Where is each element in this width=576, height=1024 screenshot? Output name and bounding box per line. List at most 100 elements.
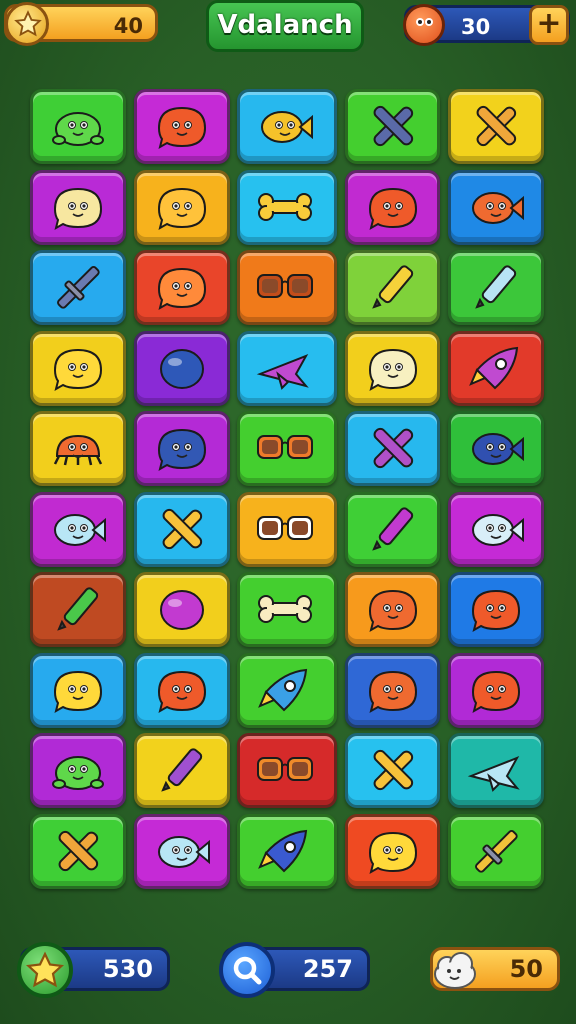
board-tile-glasses[interactable] [237,492,337,567]
fish-icon [261,111,313,143]
board-tile-cross[interactable] [345,733,440,808]
board-tile-cross[interactable] [345,411,440,486]
board-tile-bone[interactable] [237,170,337,245]
board-tile-plane[interactable] [237,331,337,406]
blob-icon [368,831,418,875]
bone-icon [258,193,312,221]
board-tile-blob[interactable] [30,170,126,245]
glasses-icon [257,757,313,781]
cross-icon [373,105,414,147]
coins-counter[interactable]: 40 [4,2,158,46]
board-tile-blob[interactable] [448,653,544,728]
blob-icon [157,428,207,472]
score-counter[interactable]: 530 [17,942,170,998]
board-tile-sword[interactable] [30,250,126,325]
board-tile-crayon[interactable] [134,733,230,808]
coins-value: 40 [113,14,143,38]
board-tile-blob[interactable] [345,653,440,728]
sword-icon [57,266,100,309]
board-tile-blob[interactable] [448,572,544,647]
score-value: 530 [102,955,153,983]
blob-icon [368,589,418,633]
magnifier-icon [219,942,275,998]
lives-counter[interactable]: 30 + [403,4,570,46]
board-tile-blob[interactable] [134,653,230,728]
board-tile-crayon[interactable] [448,250,544,325]
star-icon [5,2,49,46]
crayon-icon [475,265,517,309]
board-tile-glasses[interactable] [237,411,337,486]
search-value: 257 [302,955,353,983]
bone-icon [258,595,312,623]
search-counter[interactable]: 257 [219,942,370,998]
board-tile-cross[interactable] [345,89,440,164]
blob-icon [53,187,103,231]
board-tile-fish[interactable] [134,814,230,889]
board-tile-crayon[interactable] [345,250,440,325]
crayon-icon [372,507,414,551]
game-board [30,89,548,892]
glasses-icon [257,274,313,298]
blob-icon [157,670,207,714]
board-tile-bone[interactable] [237,572,337,647]
blob-icon [471,589,521,633]
board-tile-crayon[interactable] [345,492,440,567]
bonus-counter[interactable]: 50 [430,947,560,991]
glasses-icon [257,435,313,459]
board-tile-blob[interactable] [345,331,440,406]
board-tile-blob[interactable] [345,814,440,889]
board-tile-blob[interactable] [30,331,126,406]
frog-icon [52,112,104,146]
board-tile-sword[interactable] [448,814,544,889]
lives-value: 30 [461,15,491,39]
add-lives-button[interactable]: + [529,5,569,45]
rocket-icon [258,668,308,712]
board-tile-ball[interactable] [134,331,230,406]
board-tile-fish[interactable] [448,411,544,486]
crayon-icon [372,265,414,309]
ball-icon [160,349,204,389]
board-tile-glasses[interactable] [237,250,337,325]
rocket-icon [258,829,308,873]
board-tile-blob[interactable] [345,170,440,245]
board-tile-fish[interactable] [448,492,544,567]
blob-icon [368,670,418,714]
board-tile-ball[interactable] [134,572,230,647]
crayon-icon [161,748,203,792]
blob-icon [157,106,207,150]
bonus-value: 50 [509,955,543,983]
board-tile-fish[interactable] [30,492,126,567]
game-title: Vdalanch [206,0,364,52]
ball-icon [160,590,204,630]
board-tile-blob[interactable] [134,411,230,486]
board-tile-frog[interactable] [30,89,126,164]
blob-icon [157,187,207,231]
board-tile-blob[interactable] [30,653,126,728]
board-tile-rocket[interactable] [237,814,337,889]
board-tile-frog[interactable] [30,733,126,808]
board-tile-plane[interactable] [448,733,544,808]
board-tile-crab[interactable] [30,411,126,486]
star-icon [17,942,73,998]
board-tile-fish[interactable] [448,170,544,245]
fish-icon [158,836,210,868]
cross-icon [476,105,517,147]
crayon-icon [57,587,99,631]
board-tile-fish[interactable] [237,89,337,164]
fish-icon [54,514,106,546]
cross-icon [162,508,203,550]
board-tile-cross[interactable] [30,814,126,889]
cross-icon [58,830,99,872]
board-tile-blob[interactable] [345,572,440,647]
board-tile-cross[interactable] [134,492,230,567]
board-tile-rocket[interactable] [448,331,544,406]
board-tile-blob[interactable] [134,250,230,325]
board-tile-glasses[interactable] [237,733,337,808]
fish-icon [472,192,524,224]
fish-icon [472,433,524,465]
board-tile-cross[interactable] [448,89,544,164]
board-tile-blob[interactable] [134,170,230,245]
board-tile-crayon[interactable] [30,572,126,647]
board-tile-blob[interactable] [134,89,230,164]
board-tile-rocket[interactable] [237,653,337,728]
